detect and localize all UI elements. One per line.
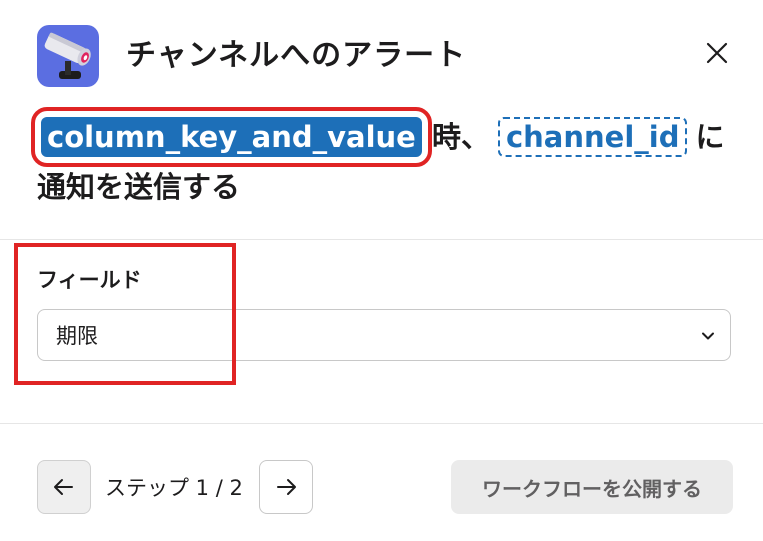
workflow-description: column_key_and_value 時、 channel_id に通知を送信す… (31, 107, 727, 212)
field-label: フィールド (37, 268, 142, 292)
security-camera-icon (37, 25, 99, 87)
variable-token-channel-id[interactable]: channel_id (497, 117, 688, 157)
close-icon (706, 42, 728, 64)
field-select[interactable]: 期限 (37, 309, 731, 361)
page-title: チャンネルへのアラート (126, 38, 467, 73)
publish-workflow-button[interactable]: ワークフローを公開する (451, 460, 733, 514)
modal-header: チャンネルへのアラート (0, 0, 763, 100)
arrow-right-icon (277, 479, 296, 495)
next-step-button[interactable] (259, 460, 313, 514)
variable-token-column-key-and-value[interactable]: column_key_and_value (31, 107, 432, 167)
chevron-down-icon (702, 332, 714, 340)
step-indicator: ステップ 1 / 2 (105, 476, 243, 500)
close-button[interactable] (700, 36, 734, 70)
divider (0, 239, 763, 240)
divider (0, 423, 763, 424)
previous-step-button[interactable] (37, 460, 91, 514)
field-select-value: 期限 (56, 324, 98, 348)
arrow-left-icon (54, 479, 73, 495)
description-text-1: 時、 (431, 120, 490, 154)
